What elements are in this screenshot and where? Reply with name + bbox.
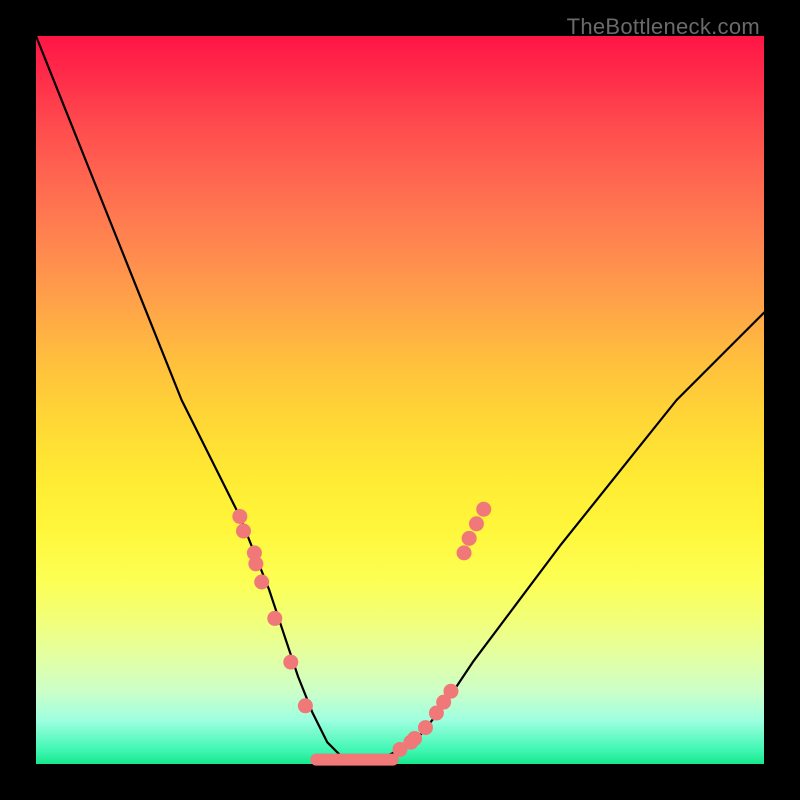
marker-cluster-right — [393, 502, 492, 757]
bottleneck-curve — [36, 36, 764, 760]
chart-overlay — [36, 36, 764, 764]
